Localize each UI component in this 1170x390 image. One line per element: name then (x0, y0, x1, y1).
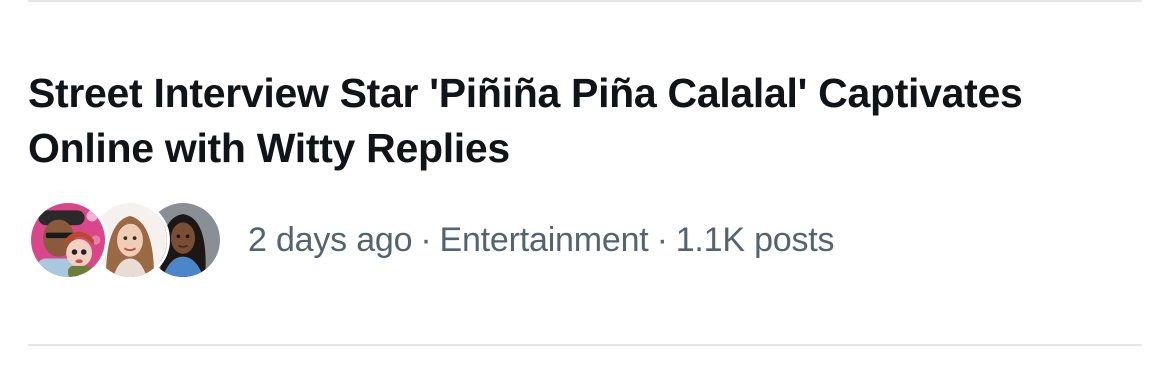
trend-category: Entertainment (439, 220, 649, 259)
meta-separator: · (420, 220, 432, 259)
avatar-1 (28, 200, 108, 280)
trend-card[interactable]: Street Interview Star 'Piñiña Piña Calal… (0, 0, 1170, 390)
person-with-doll-icon (31, 203, 105, 277)
trend-meta-row: 2 days ago · Entertainment · 1.1K posts (28, 198, 835, 282)
trend-meta-text: 2 days ago · Entertainment · 1.1K posts (248, 220, 835, 260)
trend-title[interactable]: Street Interview Star 'Piñiña Piña Calal… (28, 66, 1143, 176)
trend-post-count: 1.1K posts (675, 220, 835, 259)
avatar-stack (28, 198, 223, 282)
trend-time: 2 days ago (248, 220, 413, 259)
bottom-divider (28, 344, 1142, 346)
meta-separator: · (656, 220, 668, 259)
